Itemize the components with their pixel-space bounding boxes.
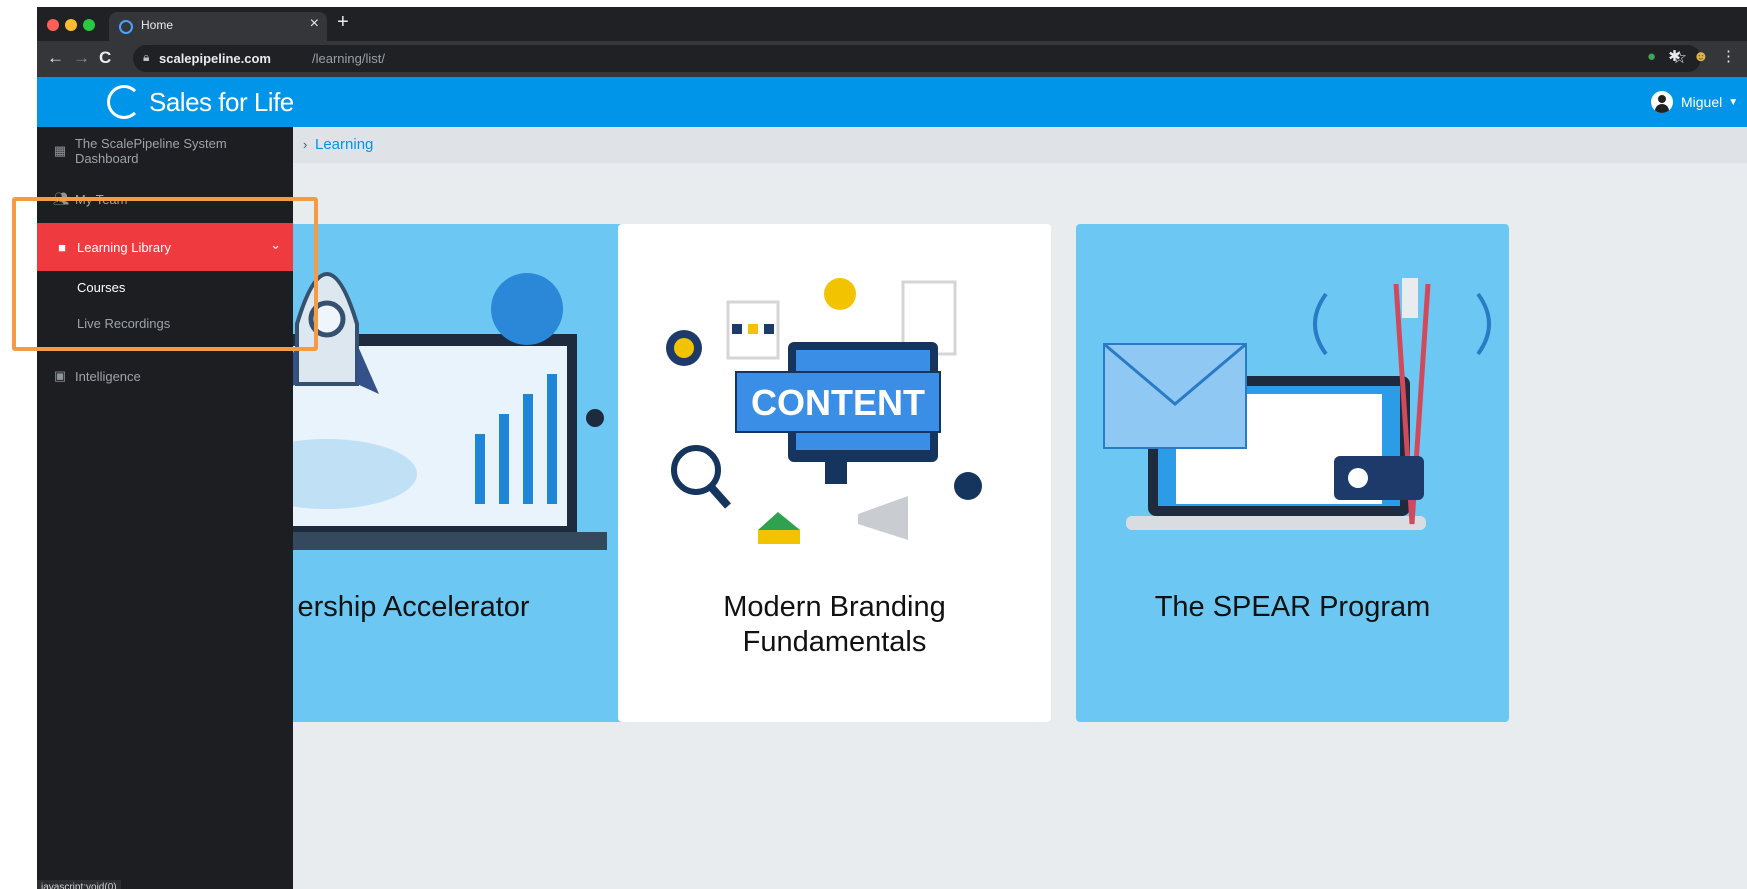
sales-for-life-logo[interactable]: Sales for Life xyxy=(107,85,294,119)
app-header: Sales for Life Miguel ▼ xyxy=(37,77,1747,127)
browser-window: Home × + ← → C 🔒︎ scalepipeline.com /lea… xyxy=(37,7,1747,889)
user-menu[interactable]: Miguel ▼ xyxy=(1651,91,1738,113)
tab-home[interactable]: Home × xyxy=(109,12,327,41)
sidebar-item-label: The ScalePipeline System Dashboard xyxy=(74,136,227,166)
sidebar-item-intelligence[interactable]: ▣ Intelligence xyxy=(37,354,293,398)
course-title: Modern Branding Fundamentals xyxy=(723,591,946,658)
logo-ring-icon xyxy=(107,85,141,119)
maximize-window-button[interactable] xyxy=(83,19,95,31)
back-icon[interactable]: ← xyxy=(47,48,64,68)
sidebar: ▦ The ScalePipeline System Dashboard 👥︎ … xyxy=(37,127,293,889)
status-url: javascript:void(0) xyxy=(37,880,121,889)
content-badge: CONTENT xyxy=(751,382,925,423)
sidebar-subitem-courses[interactable]: Courses xyxy=(77,280,125,295)
course-card-modern-branding[interactable]: CONTENT Modern Branding Fundamentals xyxy=(618,224,1051,722)
reload-icon[interactable]: C xyxy=(99,48,111,68)
tab-bar: Home × + xyxy=(37,7,1747,41)
dashboard-icon: ▦ xyxy=(53,143,67,158)
sidebar-subitem-live-recordings[interactable]: Live Recordings xyxy=(77,316,170,331)
sidebar-item-learning-library[interactable]: ■ Learning Library ⌄ xyxy=(37,223,293,271)
user-name: Miguel xyxy=(1681,94,1723,110)
extension-icon[interactable]: ● xyxy=(1647,48,1656,65)
forward-icon[interactable]: → xyxy=(73,48,90,68)
sidebar-item-dashboard[interactable]: ▦ The ScalePipeline System Dashboard xyxy=(37,129,293,173)
tab-title: Home xyxy=(141,18,174,32)
url-path: /learning/list/ xyxy=(312,51,385,66)
sidebar-item-label: My Team xyxy=(75,191,128,207)
menu-dots-icon[interactable]: ⋮ xyxy=(1721,48,1736,65)
breadcrumb: › Learning xyxy=(37,127,1747,163)
communication-illustration xyxy=(1103,278,1491,530)
sidebar-item-my-team[interactable]: 👥︎ My Team xyxy=(37,177,293,221)
minimize-window-button[interactable] xyxy=(65,19,77,31)
chevron-down-icon: ⌄ xyxy=(270,237,281,252)
new-tab-button[interactable]: + xyxy=(337,11,349,34)
video-camera-icon: ■ xyxy=(58,239,66,255)
puzzle-icon[interactable]: ✱ xyxy=(1668,48,1681,65)
logo-text: Sales for Life xyxy=(149,86,294,117)
address-bar[interactable]: 🔒︎ scalepipeline.com /learning/list/ ☆ xyxy=(133,45,1701,72)
url-host: scalepipeline.com xyxy=(159,51,271,66)
course-card-spear-program[interactable]: The SPEAR Program xyxy=(1076,224,1509,722)
sidebar-item-label: Intelligence xyxy=(75,368,141,384)
extensions-area[interactable]: ● ✱ ☻ ⋮ xyxy=(1647,47,1736,65)
team-icon: 👥︎ xyxy=(53,191,70,206)
chevron-down-icon: ▼ xyxy=(1728,96,1739,108)
site-favicon-icon xyxy=(119,20,133,34)
breadcrumb-current[interactable]: Learning xyxy=(315,136,373,153)
avatar xyxy=(1651,91,1673,113)
lock-icon: 🔒︎ xyxy=(143,50,150,64)
sidebar-item-label: Learning Library xyxy=(77,239,171,255)
browser-toolbar: ← → C 🔒︎ scalepipeline.com /learning/lis… xyxy=(37,41,1747,77)
breadcrumb-separator: › xyxy=(303,137,308,152)
profile-icon[interactable]: ☻ xyxy=(1693,48,1709,65)
close-window-button[interactable] xyxy=(47,19,59,31)
inbox-icon: ▣ xyxy=(53,368,67,383)
course-title: The SPEAR Program xyxy=(1154,591,1431,623)
tab-close-button[interactable]: × xyxy=(310,15,319,33)
